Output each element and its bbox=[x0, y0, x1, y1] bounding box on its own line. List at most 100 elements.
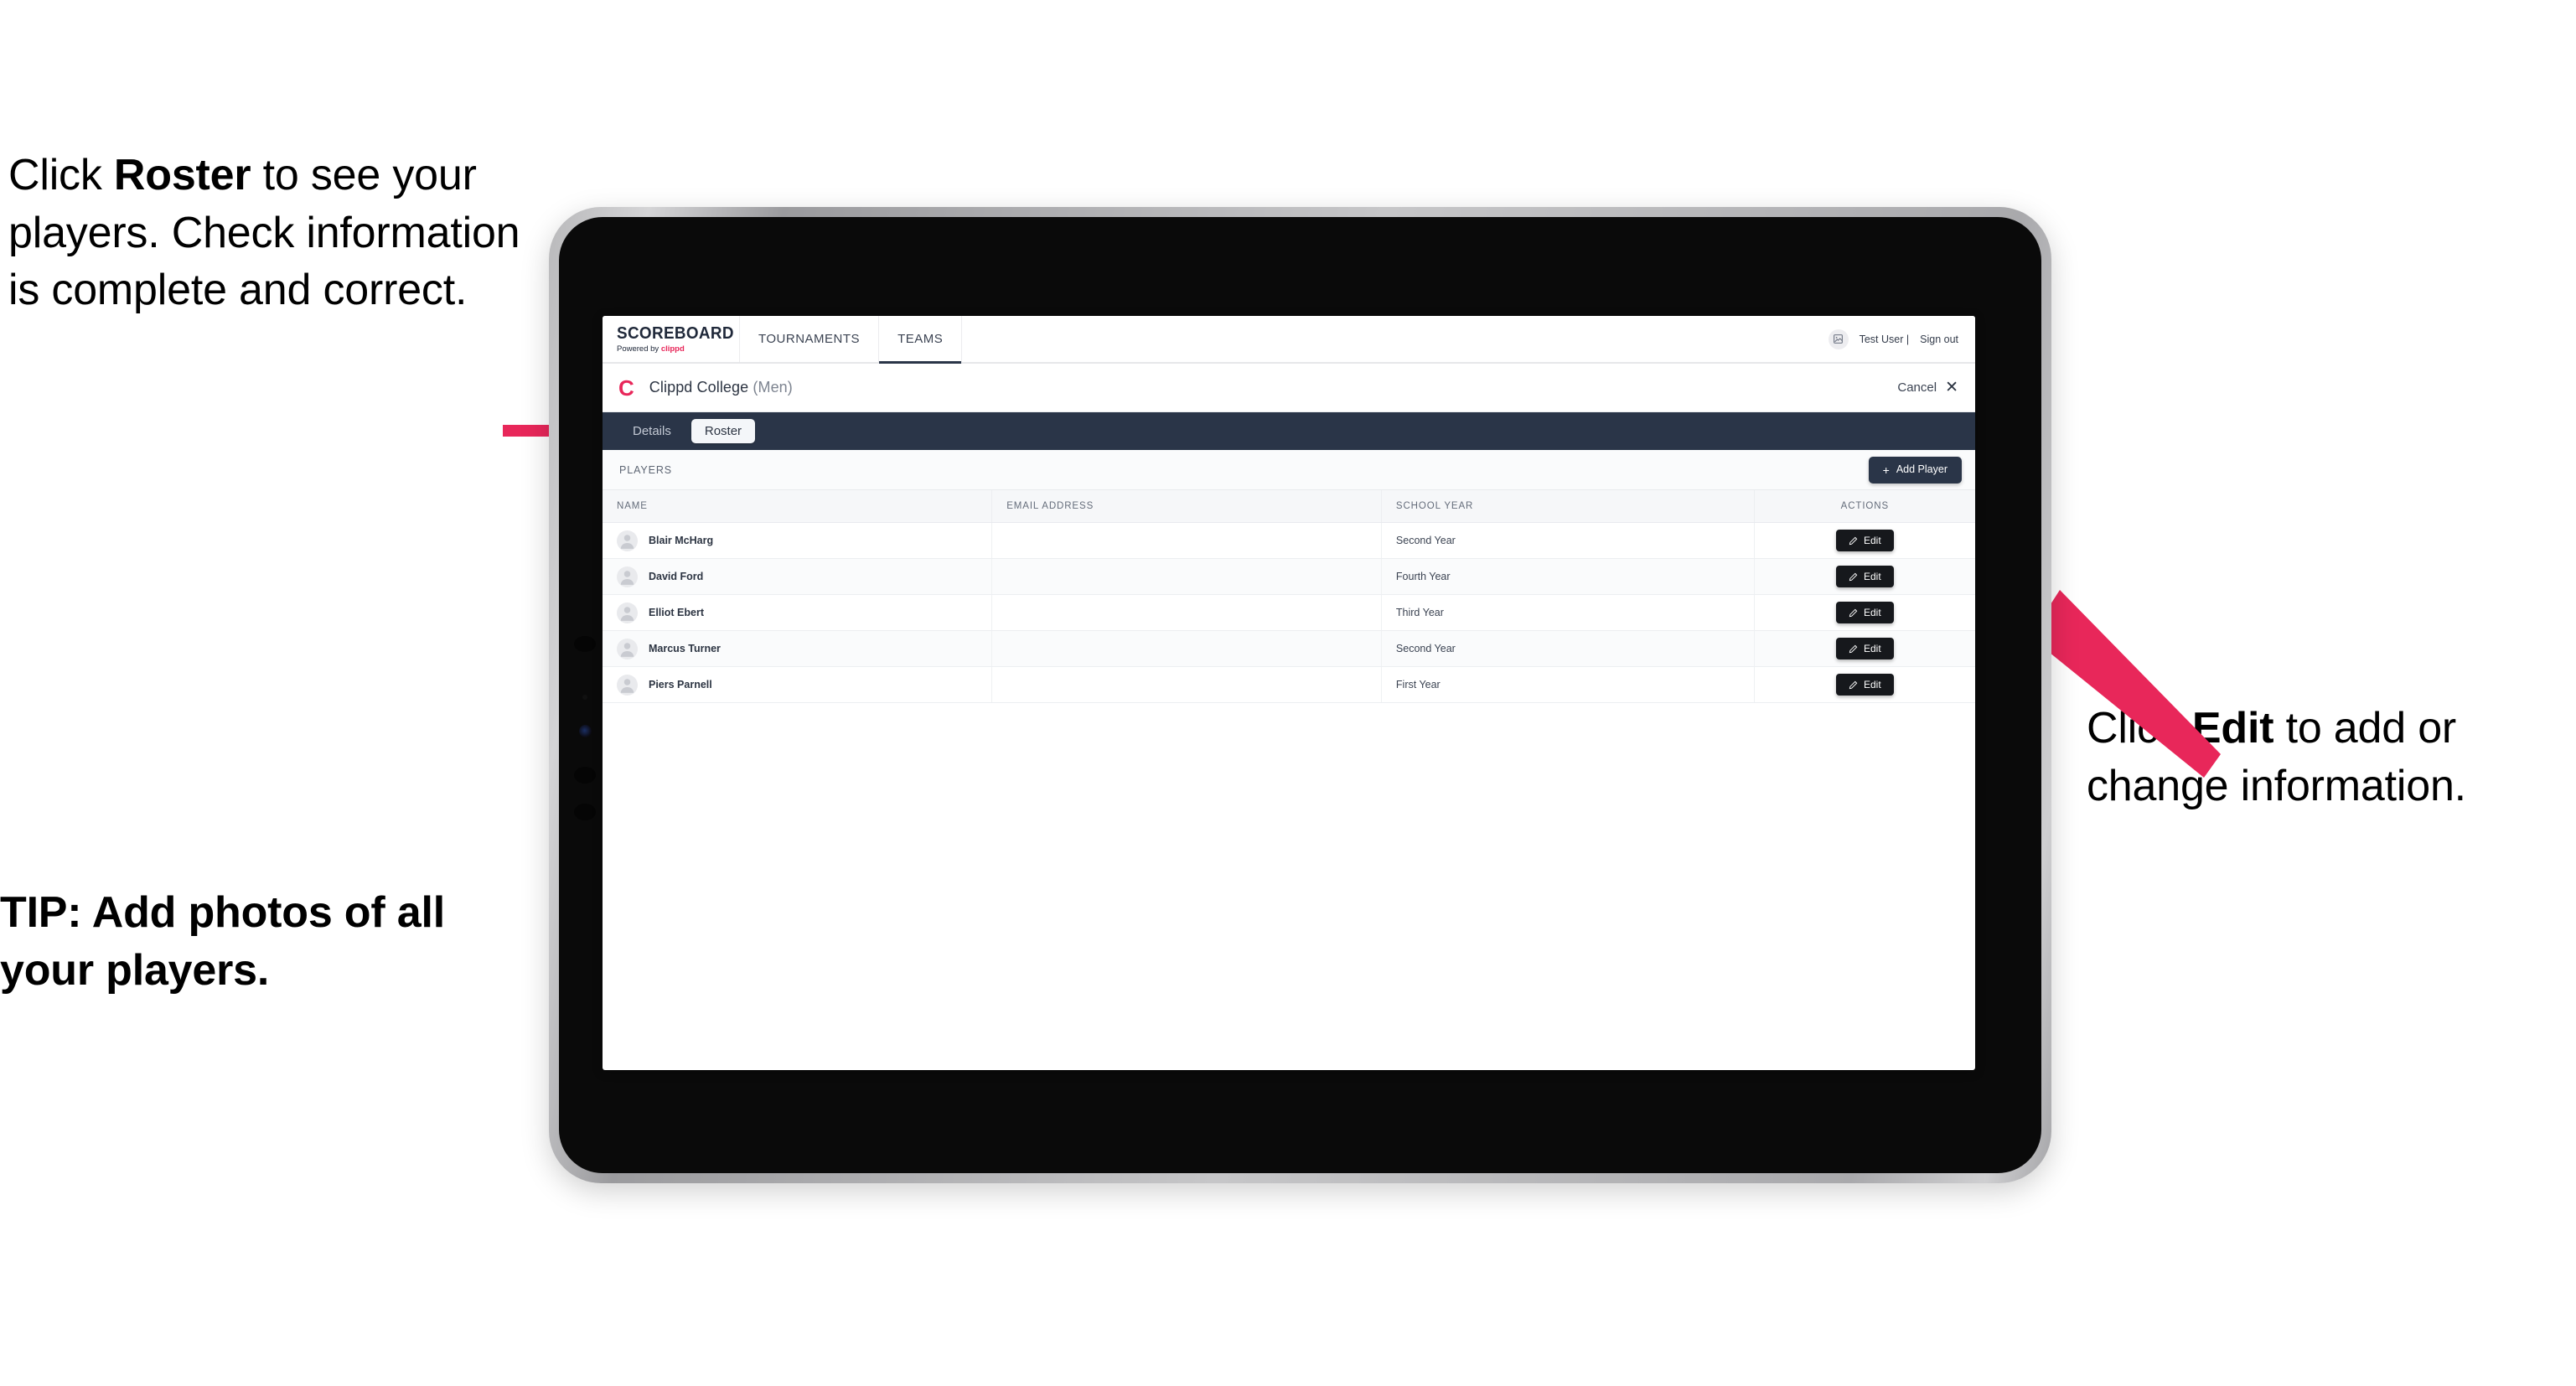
cell-name: Elliot Ebert bbox=[603, 594, 993, 631]
annotation-text-pre: Click bbox=[8, 151, 114, 199]
annotation-click-edit: Click Edit to add or change information. bbox=[2087, 700, 2573, 815]
tab-roster[interactable]: Roster bbox=[691, 419, 756, 443]
pencil-icon bbox=[1849, 608, 1858, 617]
player-name: Piers Parnell bbox=[649, 679, 712, 690]
school-year-value: Third Year bbox=[1395, 607, 1444, 618]
players-toolbar: PLAYERS + Add Player bbox=[603, 450, 1975, 490]
roster-table: NAME EMAIL ADDRESS SCHOOL YEAR ACTIONS B… bbox=[603, 490, 1975, 703]
cancel-button[interactable]: Cancel ✕ bbox=[1897, 380, 1958, 396]
cell-school-year: Third Year bbox=[1381, 594, 1755, 631]
player-name: Elliot Ebert bbox=[649, 607, 704, 618]
plus-icon: + bbox=[1882, 463, 1890, 477]
team-gender-text: (Men) bbox=[753, 379, 793, 396]
cell-actions: Edit bbox=[1754, 594, 1975, 631]
school-year-value: Fourth Year bbox=[1395, 571, 1451, 582]
edit-label: Edit bbox=[1863, 679, 1881, 690]
avatar bbox=[617, 674, 638, 696]
cell-school-year: Fourth Year bbox=[1381, 558, 1755, 595]
team-subtab-bar: Details Roster bbox=[603, 412, 1975, 450]
bezel-sensor-icon-2 bbox=[574, 767, 596, 784]
cell-email bbox=[991, 558, 1382, 595]
team-name-text: Clippd College bbox=[649, 379, 749, 396]
edit-label: Edit bbox=[1863, 571, 1881, 582]
nav-tab-teams[interactable]: TEAMS bbox=[879, 316, 963, 364]
top-navigation-bar: SCOREBOARD Powered by clippd TOURNAMENTS… bbox=[603, 316, 1975, 364]
edit-button[interactable]: Edit bbox=[1835, 674, 1894, 696]
edit-button[interactable]: Edit bbox=[1835, 638, 1894, 659]
column-header-email: EMAIL ADDRESS bbox=[991, 490, 1382, 523]
pencil-icon bbox=[1849, 680, 1858, 689]
cell-name: David Ford bbox=[603, 558, 993, 595]
cell-name: Blair McHarg bbox=[603, 522, 993, 559]
cell-school-year: Second Year bbox=[1381, 630, 1755, 667]
team-header-bar: C Clippd College (Men) Cancel ✕ bbox=[603, 364, 1975, 412]
cell-actions: Edit bbox=[1754, 522, 1975, 559]
table-header-row: NAME EMAIL ADDRESS SCHOOL YEAR ACTIONS bbox=[603, 490, 1975, 523]
avatar bbox=[617, 530, 638, 551]
cell-actions: Edit bbox=[1754, 666, 1975, 703]
edit-label: Edit bbox=[1863, 643, 1881, 654]
avatar bbox=[617, 638, 638, 659]
school-year-value: Second Year bbox=[1395, 643, 1456, 654]
edit-label: Edit bbox=[1863, 607, 1881, 618]
table-row: David Ford Fourth Year Edit bbox=[603, 558, 1975, 595]
table-row: Piers Parnell First Year Edit bbox=[603, 666, 1975, 703]
cell-email bbox=[991, 666, 1382, 703]
annotation-text-pre: Click bbox=[2087, 704, 2192, 752]
pencil-icon bbox=[1849, 536, 1858, 545]
player-name: Marcus Turner bbox=[649, 643, 721, 654]
edit-button[interactable]: Edit bbox=[1835, 566, 1894, 587]
edit-button[interactable]: Edit bbox=[1835, 530, 1894, 551]
avatar bbox=[617, 602, 638, 623]
add-player-label: Add Player bbox=[1896, 463, 1948, 476]
annotation-tip-photos: TIP: Add photos of all your players. bbox=[0, 888, 445, 995]
pencil-icon bbox=[1849, 644, 1858, 653]
cell-name: Marcus Turner bbox=[603, 630, 993, 667]
app-window: SCOREBOARD Powered by clippd TOURNAMENTS… bbox=[603, 316, 1975, 1070]
table-row: Marcus Turner Second Year Edit bbox=[603, 630, 1975, 667]
pencil-icon bbox=[1849, 572, 1858, 581]
player-name: Blair McHarg bbox=[649, 535, 714, 546]
brand-tagline: Powered by clippd bbox=[617, 344, 739, 354]
brand-tagline-prefix: Powered by bbox=[617, 344, 661, 354]
brand-title: SCOREBOARD bbox=[617, 323, 734, 343]
avatar bbox=[617, 566, 638, 587]
cell-school-year: First Year bbox=[1381, 666, 1755, 703]
bezel-sensor-icon bbox=[574, 636, 596, 652]
cell-email bbox=[991, 522, 1382, 559]
bezel-sensor-icon-3 bbox=[574, 804, 596, 820]
cell-email bbox=[991, 630, 1382, 667]
team-logo-icon: C bbox=[618, 375, 634, 401]
cell-email bbox=[991, 594, 1382, 631]
cancel-label: Cancel bbox=[1897, 380, 1937, 395]
close-icon[interactable]: ✕ bbox=[1945, 380, 1958, 396]
tab-details[interactable]: Details bbox=[619, 419, 685, 443]
tablet-screen: SCOREBOARD Powered by clippd TOURNAMENTS… bbox=[559, 217, 2041, 1173]
front-camera-icon bbox=[579, 725, 592, 737]
table-row: Blair McHarg Second Year Edit bbox=[603, 522, 1975, 559]
column-header-school-year: SCHOOL YEAR bbox=[1381, 490, 1755, 523]
nav-tab-tournaments[interactable]: TOURNAMENTS bbox=[740, 316, 880, 362]
tablet-device: SCOREBOARD Powered by clippd TOURNAMENTS… bbox=[549, 207, 2051, 1183]
brand-tagline-clippd: clippd bbox=[660, 344, 685, 354]
cell-actions: Edit bbox=[1754, 558, 1975, 595]
edit-button[interactable]: Edit bbox=[1835, 602, 1894, 623]
school-year-value: First Year bbox=[1395, 679, 1441, 690]
brand-logo[interactable]: SCOREBOARD Powered by clippd bbox=[603, 316, 740, 362]
school-year-value: Second Year bbox=[1395, 535, 1456, 546]
add-player-button[interactable]: + Add Player bbox=[1868, 456, 1962, 484]
annotation-text-bold: Roster bbox=[113, 151, 251, 199]
cell-school-year: Second Year bbox=[1381, 522, 1755, 559]
annotation-text-bold: Edit bbox=[2191, 704, 2274, 752]
cell-name: Piers Parnell bbox=[603, 666, 993, 703]
edit-label: Edit bbox=[1863, 535, 1881, 546]
cell-actions: Edit bbox=[1754, 630, 1975, 667]
column-header-name: NAME bbox=[603, 490, 993, 523]
user-image-icon[interactable] bbox=[1828, 328, 1849, 349]
user-name-label: Test User | bbox=[1859, 333, 1910, 345]
players-section-label: PLAYERS bbox=[619, 463, 673, 476]
column-header-actions: ACTIONS bbox=[1754, 490, 1975, 523]
table-row: Elliot Ebert Third Year Edit bbox=[603, 594, 1975, 631]
sign-out-link[interactable]: Sign out bbox=[1920, 334, 1958, 345]
